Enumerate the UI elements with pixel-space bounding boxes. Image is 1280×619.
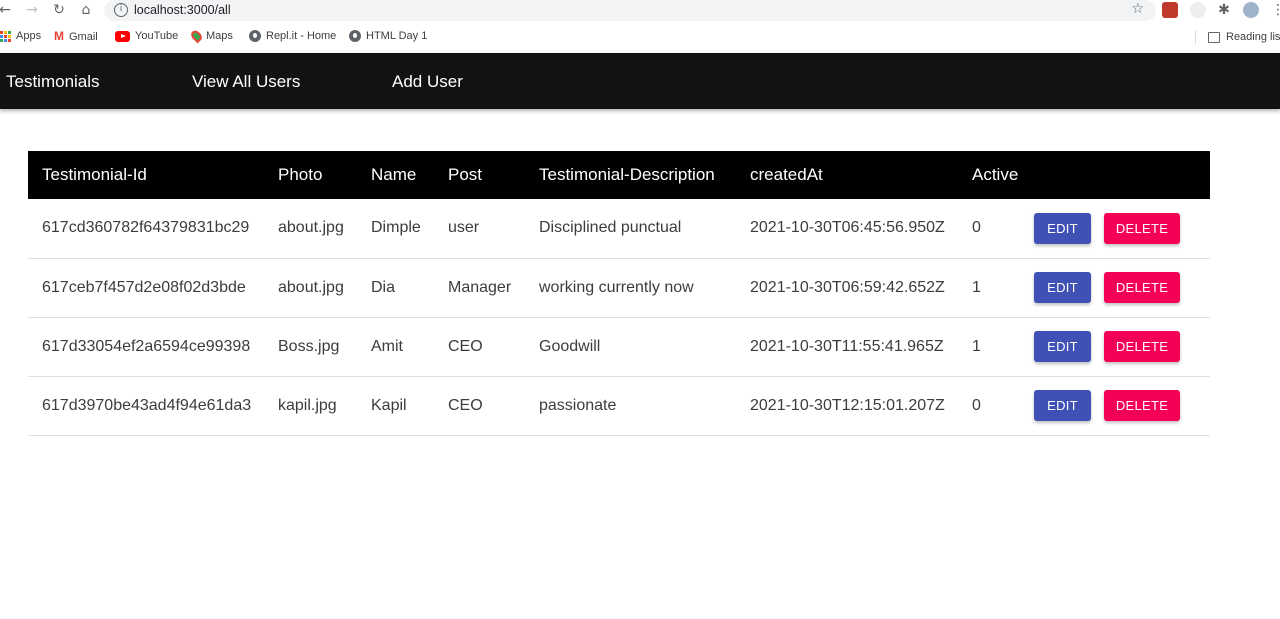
table-row: 617ceb7f457d2e08f02d3bde about.jpg Dia M… <box>28 258 1210 317</box>
cell-description: Goodwill <box>539 337 601 355</box>
extension-white-icon[interactable] <box>1190 2 1206 18</box>
address-bar[interactable]: i localhost:3000/all ☆ <box>104 0 1156 21</box>
cell-created-at: 2021-10-30T11:55:41.965Z <box>750 337 944 355</box>
table-header-row: Testimonial-Id Photo Name Post Testimoni… <box>28 151 1210 199</box>
app-navbar: Testimonials View All Users Add User <box>0 53 1280 109</box>
nav-add-user[interactable]: Add User <box>392 72 463 92</box>
edit-button[interactable]: EDIT <box>1034 331 1091 362</box>
edit-button[interactable]: EDIT <box>1034 212 1091 244</box>
reload-icon[interactable]: ↻ <box>51 2 67 18</box>
cell-active: 1 <box>972 337 981 355</box>
cell-post: CEO <box>448 337 483 355</box>
reading-list[interactable]: Reading list <box>1195 30 1280 44</box>
cell-actions: EDIT DELETE <box>1014 199 1210 258</box>
cell-active: 0 <box>972 396 981 414</box>
replit-icon <box>249 30 261 42</box>
bookmark-label: Maps <box>206 30 233 42</box>
cell-id: 617d3970be43ad4f94e61da3 <box>42 396 252 414</box>
delete-button[interactable]: DELETE <box>1104 390 1180 421</box>
bookmark-maps[interactable]: Maps <box>189 28 233 44</box>
table-row: 617d3970be43ad4f94e61da3 kapil.jpg Kapil… <box>28 376 1210 435</box>
delete-button[interactable]: DELETE <box>1104 331 1180 362</box>
cell-post: Manager <box>448 278 512 296</box>
cell-photo: about.jpg <box>278 219 344 237</box>
cell-actions: EDIT DELETE <box>1014 258 1210 317</box>
header-name: Name <box>371 165 417 184</box>
bookmark-replit[interactable]: Repl.it - Home <box>249 30 336 42</box>
bookmark-html-day-1[interactable]: HTML Day 1 <box>349 30 427 42</box>
cell-post: user <box>448 219 480 237</box>
delete-button[interactable]: DELETE <box>1104 272 1180 303</box>
reading-list-label: Reading list <box>1226 31 1280 43</box>
nav-view-all-users[interactable]: View All Users <box>192 72 300 92</box>
bookmark-star-icon[interactable]: ☆ <box>1131 1 1144 17</box>
cell-id: 617ceb7f457d2e08f02d3bde <box>42 278 246 296</box>
cell-photo: kapil.jpg <box>278 396 337 414</box>
site-info-icon[interactable]: i <box>114 3 128 17</box>
gmail-icon: M <box>54 29 64 43</box>
cell-created-at: 2021-10-30T12:15:01.207Z <box>750 396 945 414</box>
cell-name: Kapil <box>371 396 407 414</box>
extensions-puzzle-icon[interactable]: ✱ <box>1216 2 1232 18</box>
cell-photo: Boss.jpg <box>278 337 340 355</box>
header-active: Active <box>972 165 1019 184</box>
bookmark-label: YouTube <box>135 30 179 42</box>
header-actions <box>1014 151 1210 199</box>
cell-photo: about.jpg <box>278 278 344 296</box>
bookmark-youtube[interactable]: YouTube <box>115 30 178 42</box>
bookmark-label: Apps <box>16 30 42 42</box>
cell-created-at: 2021-10-30T06:59:42.652Z <box>750 278 945 296</box>
cell-created-at: 2021-10-30T06:45:56.950Z <box>750 219 945 237</box>
home-icon[interactable]: ⌂ <box>78 2 94 18</box>
cell-id: 617cd360782f64379831bc29 <box>42 219 250 237</box>
cell-active: 0 <box>972 219 981 237</box>
brand-testimonials-link[interactable]: Testimonials <box>6 72 100 92</box>
cell-description: passionate <box>539 396 617 414</box>
apps-icon <box>0 30 11 42</box>
bookmark-label: HTML Day 1 <box>366 30 428 42</box>
bookmark-gmail[interactable]: M Gmail <box>54 30 98 43</box>
bookmark-apps[interactable]: Apps <box>0 30 41 42</box>
testimonials-table: Testimonial-Id Photo Name Post Testimoni… <box>28 151 1210 436</box>
browser-toolbar: ← → ↻ ⌂ i localhost:3000/all ☆ ✱ ⋮ <box>0 0 1280 22</box>
reading-list-icon <box>1208 31 1220 43</box>
header-testimonial-id: Testimonial-Id <box>42 165 147 184</box>
cell-post: CEO <box>448 396 483 414</box>
cell-id: 617d33054ef2a6594ce99398 <box>42 337 251 355</box>
bookmark-label: Repl.it - Home <box>266 30 337 42</box>
cell-active: 1 <box>972 278 981 296</box>
forward-arrow-icon[interactable]: → <box>24 2 40 18</box>
delete-button[interactable]: DELETE <box>1104 212 1180 244</box>
edit-button[interactable]: EDIT <box>1034 272 1091 303</box>
header-description: Testimonial-Description <box>539 165 715 184</box>
extension-red-icon[interactable] <box>1162 2 1178 18</box>
table-row: 617d33054ef2a6594ce99398 Boss.jpg Amit C… <box>28 317 1210 376</box>
bookmarks-bar: Apps M Gmail YouTube Maps Repl.it - Home… <box>0 27 1280 49</box>
header-created-at: createdAt <box>750 165 823 184</box>
cell-description: working currently now <box>539 278 694 296</box>
cell-actions: EDIT DELETE <box>1014 317 1210 376</box>
divider <box>1195 30 1196 44</box>
header-post: Post <box>448 165 483 184</box>
back-arrow-icon[interactable]: ← <box>0 2 13 18</box>
cell-name: Dimple <box>371 219 421 237</box>
table-row: 617cd360782f64379831bc29 about.jpg Dimpl… <box>28 199 1210 258</box>
cell-name: Amit <box>371 337 403 355</box>
youtube-icon <box>115 30 130 42</box>
profile-avatar-icon[interactable] <box>1243 2 1259 18</box>
cell-actions: EDIT DELETE <box>1014 376 1210 435</box>
cell-name: Dia <box>371 278 396 296</box>
header-photo: Photo <box>278 165 323 184</box>
edit-button[interactable]: EDIT <box>1034 390 1091 421</box>
bookmark-label: Gmail <box>69 30 98 43</box>
cell-description: Disciplined punctual <box>539 219 682 237</box>
globe-icon <box>349 30 361 42</box>
maps-icon <box>189 28 204 44</box>
menu-kebab-icon[interactable]: ⋮ <box>1270 2 1280 18</box>
testimonials-table-container: Testimonial-Id Photo Name Post Testimoni… <box>28 151 1210 436</box>
url-text[interactable]: localhost:3000/all <box>134 3 231 17</box>
